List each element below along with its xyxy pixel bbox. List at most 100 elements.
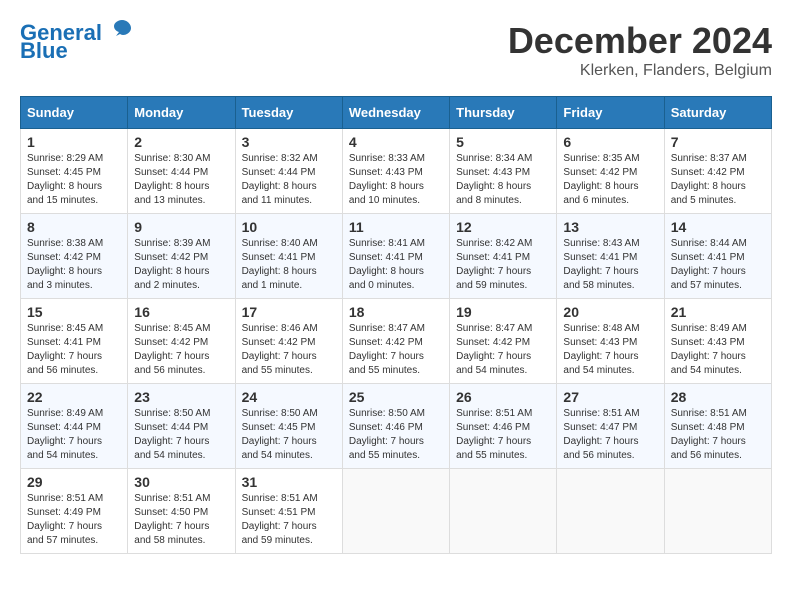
day-number: 18 (349, 304, 443, 320)
calendar-cell: 13 Sunrise: 8:43 AM Sunset: 4:41 PM Dayli… (557, 214, 664, 299)
weekday-header-row: SundayMondayTuesdayWednesdayThursdayFrid… (21, 97, 772, 129)
day-info: Sunrise: 8:38 AM Sunset: 4:42 PM Dayligh… (27, 237, 121, 293)
calendar-cell: 5 Sunrise: 8:34 AM Sunset: 4:43 PM Daylig… (450, 129, 557, 214)
day-info: Sunrise: 8:50 AM Sunset: 4:44 PM Dayligh… (134, 407, 228, 463)
day-number: 8 (27, 219, 121, 235)
calendar-cell: 1 Sunrise: 8:29 AM Sunset: 4:45 PM Daylig… (21, 129, 128, 214)
day-number: 14 (671, 219, 765, 235)
day-info: Sunrise: 8:32 AM Sunset: 4:44 PM Dayligh… (242, 152, 336, 208)
calendar-cell: 18 Sunrise: 8:47 AM Sunset: 4:42 PM Dayli… (342, 299, 449, 384)
day-number: 2 (134, 134, 228, 150)
day-number: 27 (563, 389, 657, 405)
day-number: 19 (456, 304, 550, 320)
calendar-cell (557, 469, 664, 554)
calendar-week-row: 29 Sunrise: 8:51 AM Sunset: 4:49 PM Dayli… (21, 469, 772, 554)
calendar-cell: 21 Sunrise: 8:49 AM Sunset: 4:43 PM Dayli… (664, 299, 771, 384)
day-number: 15 (27, 304, 121, 320)
day-info: Sunrise: 8:51 AM Sunset: 4:51 PM Dayligh… (242, 492, 336, 548)
day-number: 30 (134, 474, 228, 490)
day-info: Sunrise: 8:51 AM Sunset: 4:47 PM Dayligh… (563, 407, 657, 463)
day-number: 20 (563, 304, 657, 320)
day-number: 7 (671, 134, 765, 150)
calendar-cell: 22 Sunrise: 8:49 AM Sunset: 4:44 PM Dayli… (21, 384, 128, 469)
day-number: 23 (134, 389, 228, 405)
calendar-cell: 7 Sunrise: 8:37 AM Sunset: 4:42 PM Daylig… (664, 129, 771, 214)
day-info: Sunrise: 8:51 AM Sunset: 4:46 PM Dayligh… (456, 407, 550, 463)
day-number: 26 (456, 389, 550, 405)
calendar-cell (664, 469, 771, 554)
calendar-cell: 30 Sunrise: 8:51 AM Sunset: 4:50 PM Dayli… (128, 469, 235, 554)
calendar-cell: 12Sunrise: 8:42 AM Sunset: 4:41 PM Dayli… (450, 214, 557, 299)
day-number: 25 (349, 389, 443, 405)
calendar-cell (450, 469, 557, 554)
calendar-cell: 26 Sunrise: 8:51 AM Sunset: 4:46 PM Dayli… (450, 384, 557, 469)
day-number: 13 (563, 219, 657, 235)
calendar-week-row: 22 Sunrise: 8:49 AM Sunset: 4:44 PM Dayli… (21, 384, 772, 469)
day-number: 1 (27, 134, 121, 150)
weekday-header-tuesday: Tuesday (235, 97, 342, 129)
day-info: Sunrise: 8:51 AM Sunset: 4:49 PM Dayligh… (27, 492, 121, 548)
calendar-cell: 27 Sunrise: 8:51 AM Sunset: 4:47 PM Dayli… (557, 384, 664, 469)
calendar-cell: 3 Sunrise: 8:32 AM Sunset: 4:44 PM Daylig… (235, 129, 342, 214)
day-number: 3 (242, 134, 336, 150)
calendar-cell: 28Sunrise: 8:51 AM Sunset: 4:48 PM Dayli… (664, 384, 771, 469)
weekday-header-monday: Monday (128, 97, 235, 129)
weekday-header-sunday: Sunday (21, 97, 128, 129)
calendar-cell: 9 Sunrise: 8:39 AM Sunset: 4:42 PM Daylig… (128, 214, 235, 299)
day-info: Sunrise: 8:50 AM Sunset: 4:46 PM Dayligh… (349, 407, 443, 463)
calendar-cell: 17Sunrise: 8:46 AM Sunset: 4:42 PM Dayli… (235, 299, 342, 384)
day-info: Sunrise: 8:41 AM Sunset: 4:41 PM Dayligh… (349, 237, 443, 293)
day-info: Sunrise: 8:35 AM Sunset: 4:42 PM Dayligh… (563, 152, 657, 208)
day-number: 22 (27, 389, 121, 405)
calendar-cell: 19 Sunrise: 8:47 AM Sunset: 4:42 PM Dayli… (450, 299, 557, 384)
day-number: 5 (456, 134, 550, 150)
logo-bird-icon (110, 16, 134, 40)
day-number: 29 (27, 474, 121, 490)
calendar-cell: 4 Sunrise: 8:33 AM Sunset: 4:43 PM Daylig… (342, 129, 449, 214)
calendar-cell: 31 Sunrise: 8:51 AM Sunset: 4:51 PM Dayli… (235, 469, 342, 554)
weekday-header-friday: Friday (557, 97, 664, 129)
day-number: 6 (563, 134, 657, 150)
day-info: Sunrise: 8:47 AM Sunset: 4:42 PM Dayligh… (456, 322, 550, 378)
calendar-cell: 6 Sunrise: 8:35 AM Sunset: 4:42 PM Daylig… (557, 129, 664, 214)
day-info: Sunrise: 8:33 AM Sunset: 4:43 PM Dayligh… (349, 152, 443, 208)
calendar-cell: 15 Sunrise: 8:45 AM Sunset: 4:41 PM Dayli… (21, 299, 128, 384)
day-info: Sunrise: 8:51 AM Sunset: 4:50 PM Dayligh… (134, 492, 228, 548)
location: Klerken, Flanders, Belgium (508, 62, 772, 80)
day-info: Sunrise: 8:34 AM Sunset: 4:43 PM Dayligh… (456, 152, 550, 208)
day-info: Sunrise: 8:49 AM Sunset: 4:44 PM Dayligh… (27, 407, 121, 463)
day-info: Sunrise: 8:45 AM Sunset: 4:41 PM Dayligh… (27, 322, 121, 378)
calendar-week-row: 1 Sunrise: 8:29 AM Sunset: 4:45 PM Daylig… (21, 129, 772, 214)
day-number: 9 (134, 219, 228, 235)
month-title: December 2024 (508, 20, 772, 62)
calendar-cell: 24Sunrise: 8:50 AM Sunset: 4:45 PM Dayli… (235, 384, 342, 469)
day-info: Sunrise: 8:47 AM Sunset: 4:42 PM Dayligh… (349, 322, 443, 378)
day-info: Sunrise: 8:37 AM Sunset: 4:42 PM Dayligh… (671, 152, 765, 208)
day-info: Sunrise: 8:44 AM Sunset: 4:41 PM Dayligh… (671, 237, 765, 293)
weekday-header-saturday: Saturday (664, 97, 771, 129)
day-info: Sunrise: 8:49 AM Sunset: 4:43 PM Dayligh… (671, 322, 765, 378)
day-info: Sunrise: 8:39 AM Sunset: 4:42 PM Dayligh… (134, 237, 228, 293)
calendar-cell: 29 Sunrise: 8:51 AM Sunset: 4:49 PM Dayli… (21, 469, 128, 554)
calendar-cell: 11Sunrise: 8:41 AM Sunset: 4:41 PM Dayli… (342, 214, 449, 299)
day-info: Sunrise: 8:43 AM Sunset: 4:41 PM Dayligh… (563, 237, 657, 293)
logo: General Blue (20, 20, 134, 63)
calendar-cell: 14 Sunrise: 8:44 AM Sunset: 4:41 PM Dayli… (664, 214, 771, 299)
day-number: 31 (242, 474, 336, 490)
calendar-week-row: 8 Sunrise: 8:38 AM Sunset: 4:42 PM Daylig… (21, 214, 772, 299)
calendar-week-row: 15 Sunrise: 8:45 AM Sunset: 4:41 PM Dayli… (21, 299, 772, 384)
day-number: 21 (671, 304, 765, 320)
weekday-header-thursday: Thursday (450, 97, 557, 129)
day-number: 24 (242, 389, 336, 405)
calendar-table: SundayMondayTuesdayWednesdayThursdayFrid… (20, 96, 772, 554)
calendar-cell: 2Sunrise: 8:30 AM Sunset: 4:44 PM Daylig… (128, 129, 235, 214)
day-number: 16 (134, 304, 228, 320)
calendar-cell: 25 Sunrise: 8:50 AM Sunset: 4:46 PM Dayli… (342, 384, 449, 469)
day-number: 4 (349, 134, 443, 150)
day-info: Sunrise: 8:29 AM Sunset: 4:45 PM Dayligh… (27, 152, 121, 208)
calendar-cell: 23 Sunrise: 8:50 AM Sunset: 4:44 PM Dayli… (128, 384, 235, 469)
day-number: 17 (242, 304, 336, 320)
day-number: 28 (671, 389, 765, 405)
day-number: 10 (242, 219, 336, 235)
day-number: 12 (456, 219, 550, 235)
